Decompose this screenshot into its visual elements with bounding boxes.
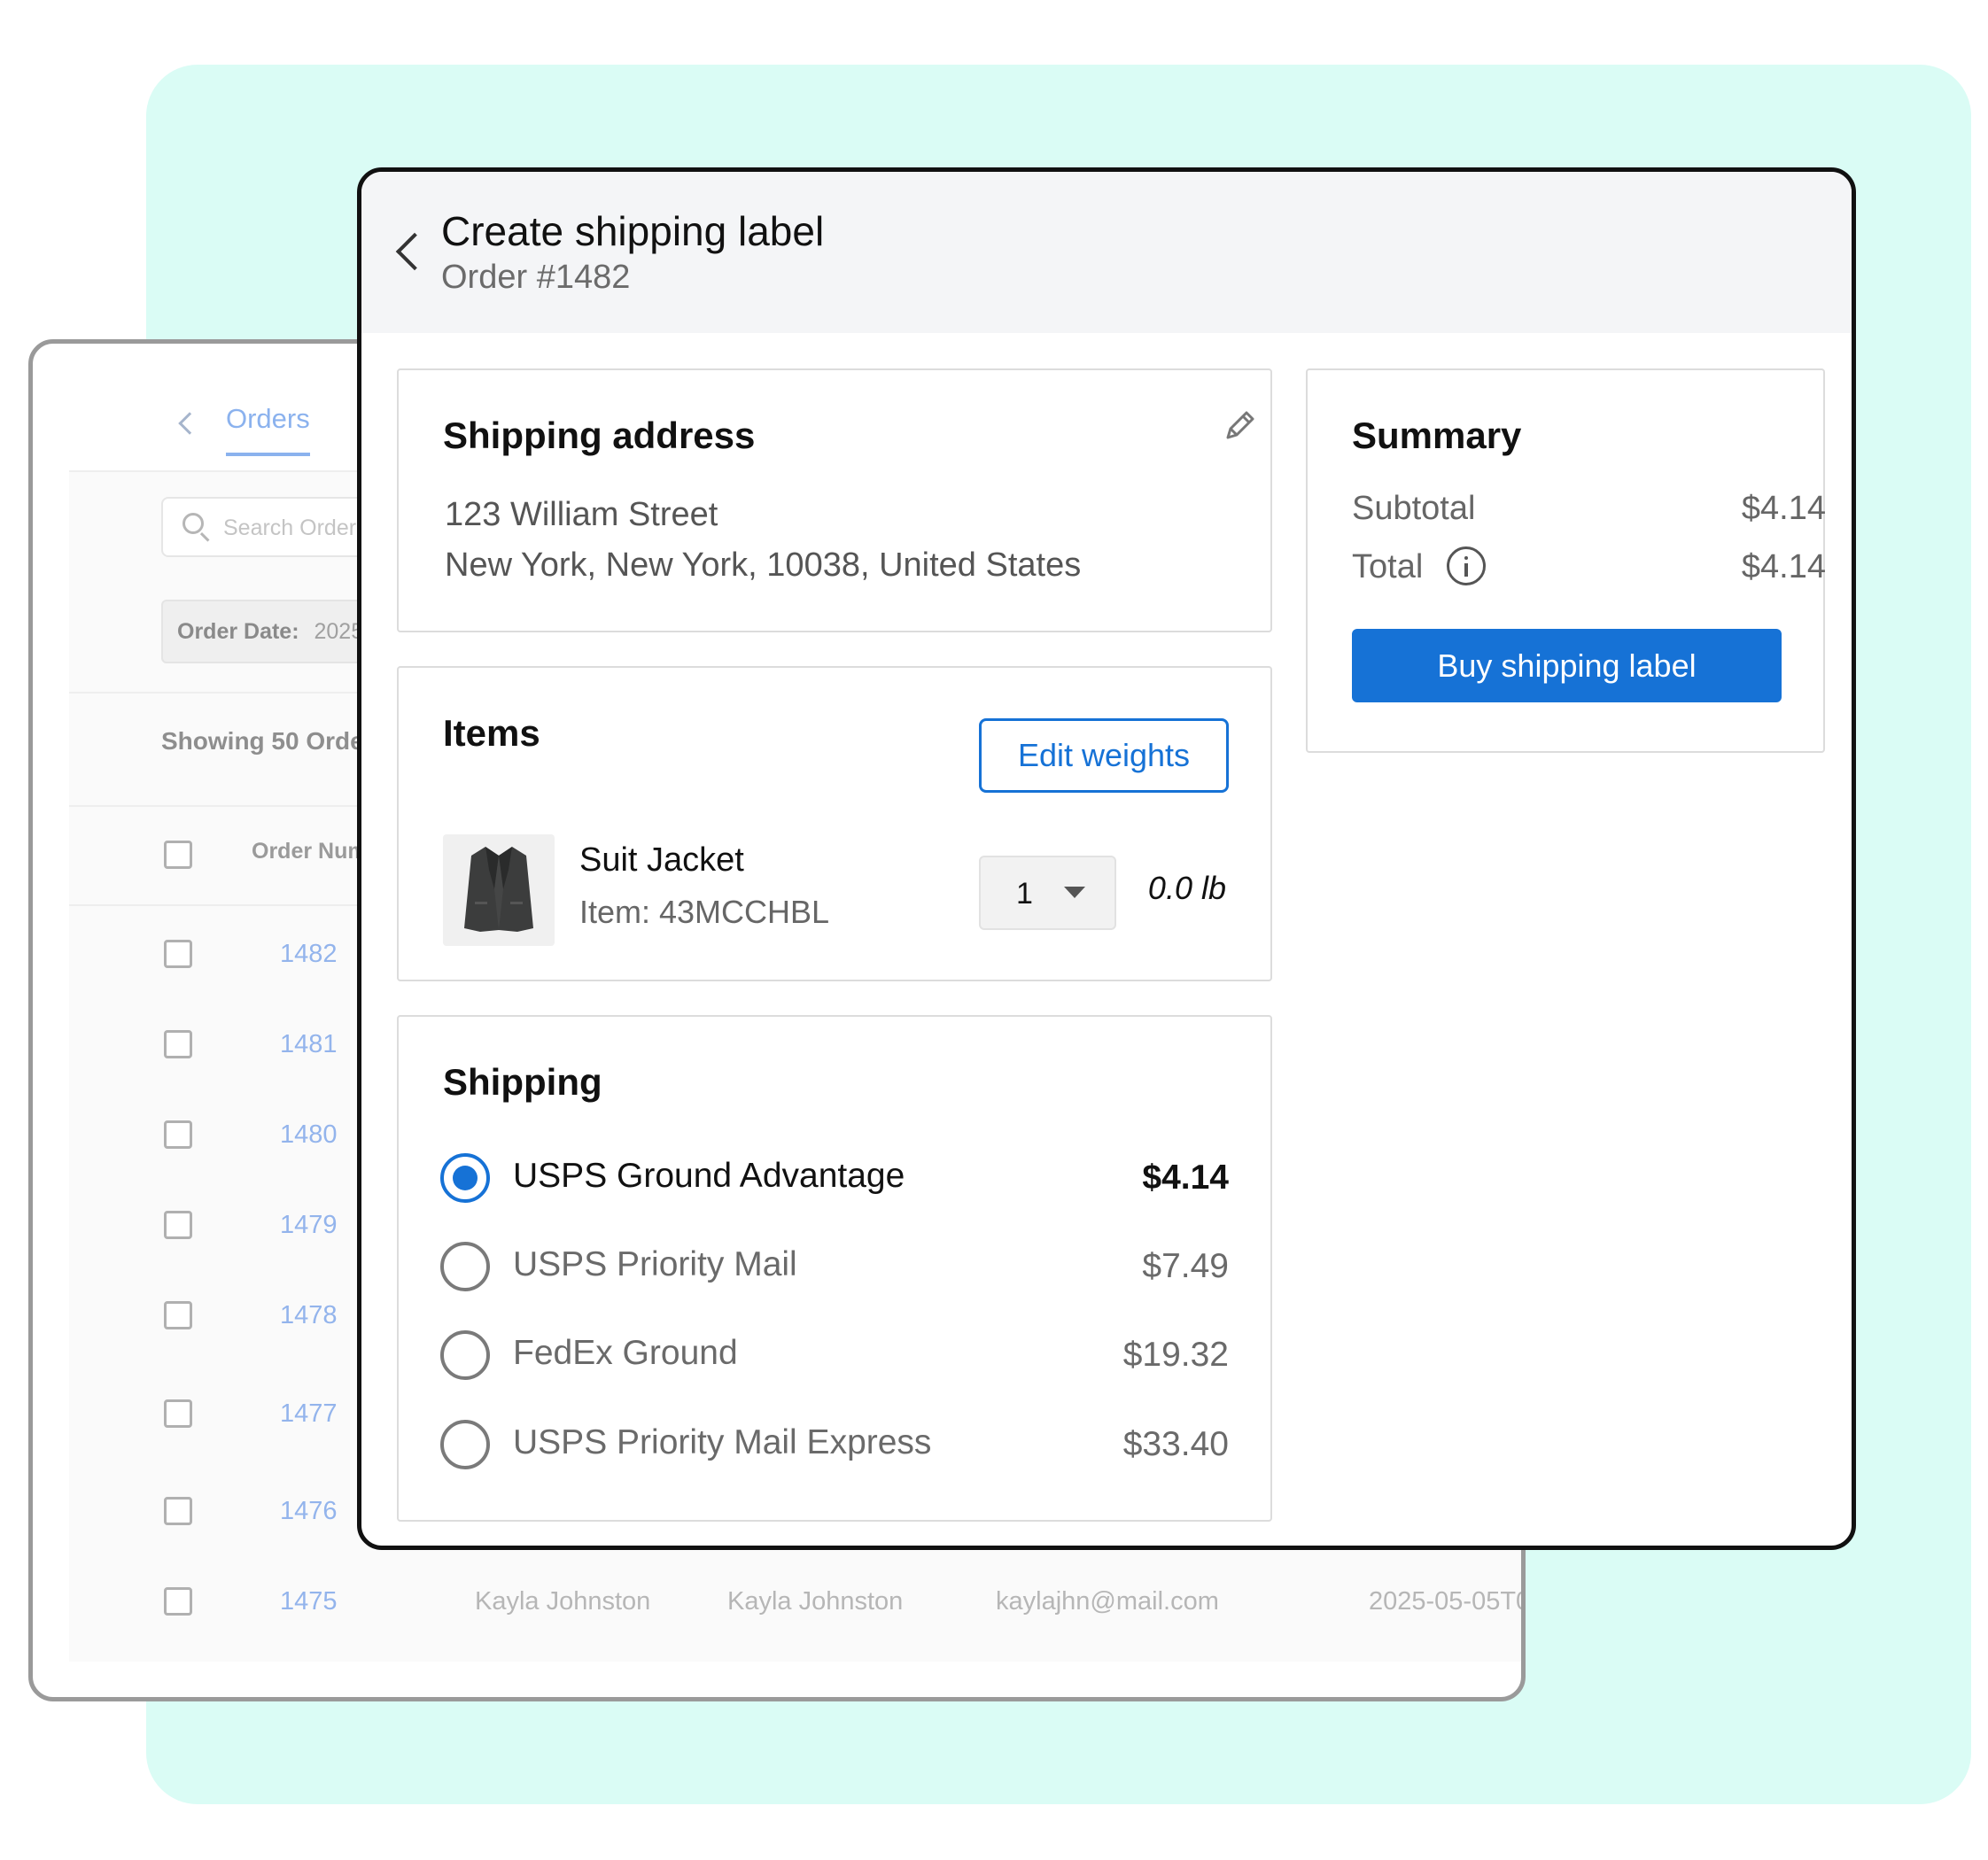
quantity-value: 1 [1016, 877, 1033, 911]
chevron-left-icon[interactable] [395, 232, 434, 271]
shipping-option[interactable]: USPS Ground Advantage $4.14 [440, 1151, 1229, 1205]
shipping-option-price: $33.40 [1122, 1425, 1229, 1463]
select-all-checkbox[interactable] [164, 841, 192, 869]
order-number-link[interactable]: 1478 [280, 1301, 338, 1330]
product-thumbnail [443, 834, 555, 946]
customer-name: Kayla Johnston [475, 1587, 651, 1616]
address-line-2: New York, New York, 10038, United States [445, 546, 1082, 584]
shipping-option[interactable]: USPS Priority Mail $7.49 [440, 1240, 1229, 1293]
shipping-option-name: USPS Ground Advantage [513, 1157, 905, 1195]
date-filter-label: Order Date: [177, 619, 299, 644]
quantity-select[interactable]: 1 [979, 856, 1116, 930]
edit-weights-button[interactable]: Edit weights [979, 718, 1229, 793]
row-checkbox[interactable] [164, 1399, 192, 1428]
shipping-address-card: Shipping address 123 William Street New … [397, 368, 1272, 632]
stage: Orders Search Order Number Order Date: 2… [0, 0, 1988, 1860]
customer-email: kaylajhn@mail.com [996, 1587, 1219, 1616]
create-shipping-label-dialog: Create shipping label Order #1482 Shippi… [357, 167, 1856, 1550]
radio-unselected[interactable] [440, 1242, 490, 1291]
dialog-subtitle: Order #1482 [441, 259, 631, 296]
order-number-link[interactable]: 1481 [280, 1030, 338, 1059]
radio-dot [453, 1166, 478, 1190]
dialog-header: Create shipping label Order #1482 [361, 172, 1852, 333]
shipping-option[interactable]: USPS Priority Mail Express $33.40 [440, 1418, 1229, 1471]
summary-card: Summary Subtotal $4.14 Total $4.14 Buy s… [1306, 368, 1826, 753]
shipping-address-heading: Shipping address [443, 415, 756, 456]
items-heading: Items [443, 712, 540, 754]
row-checkbox[interactable] [164, 940, 192, 968]
shipping-option[interactable]: FedEx Ground $19.32 [440, 1329, 1229, 1382]
items-card: Items Edit weights Suit Jacket Item: 43M… [397, 666, 1272, 981]
row-checkbox[interactable] [164, 1030, 192, 1058]
shipping-heading: Shipping [443, 1061, 602, 1103]
shipping-option-price: $7.49 [1142, 1247, 1229, 1285]
pencil-icon[interactable] [1223, 407, 1258, 443]
shipping-option-name: FedEx Ground [513, 1334, 738, 1372]
shipping-option-price: $19.32 [1122, 1336, 1229, 1374]
subtotal-row: Subtotal $4.14 [1352, 490, 1826, 534]
subtotal-value: $4.14 [1741, 490, 1826, 527]
showing-count: Showing 50 Orders [161, 727, 388, 755]
info-icon[interactable] [1447, 546, 1486, 585]
row-checkbox[interactable] [164, 1211, 192, 1239]
dialog-title: Create shipping label [441, 208, 825, 254]
back-chevron-icon[interactable] [178, 412, 201, 435]
radio-selected[interactable] [440, 1153, 490, 1203]
order-number-link[interactable]: 1475 [280, 1587, 338, 1616]
summary-heading: Summary [1352, 415, 1522, 456]
address-line-1: 123 William Street [445, 496, 718, 533]
shipping-option-price: $4.14 [1142, 1159, 1229, 1197]
order-date: 2025-05-05T06 [1369, 1587, 1521, 1616]
item-name: Suit Jacket [579, 841, 744, 879]
row-checkbox[interactable] [164, 1301, 192, 1329]
order-number-link[interactable]: 1476 [280, 1497, 338, 1526]
order-number-link[interactable]: 1479 [280, 1211, 338, 1240]
row-checkbox[interactable] [164, 1120, 192, 1149]
recipient-name: Kayla Johnston [727, 1587, 904, 1616]
tab-orders[interactable]: Orders [226, 403, 310, 456]
item-weight: 0.0 lb [1147, 870, 1226, 906]
radio-unselected[interactable] [440, 1330, 490, 1380]
total-label: Total [1352, 548, 1424, 585]
caret-down-icon [1064, 887, 1085, 898]
row-checkbox[interactable] [164, 1587, 192, 1616]
shipping-option-name: USPS Priority Mail Express [513, 1423, 932, 1461]
total-value: $4.14 [1741, 548, 1826, 585]
shipping-card: Shipping USPS Ground Advantage $4.14 USP… [397, 1015, 1272, 1522]
buy-shipping-label-button[interactable]: Buy shipping label [1352, 629, 1782, 702]
order-number-link[interactable]: 1482 [280, 940, 338, 969]
order-number-link[interactable]: 1480 [280, 1120, 338, 1150]
order-number-link[interactable]: 1477 [280, 1399, 338, 1429]
search-icon [182, 513, 204, 534]
radio-unselected[interactable] [440, 1420, 490, 1469]
suit-jacket-image [464, 847, 533, 932]
total-row: Total $4.14 [1352, 546, 1826, 593]
shipping-option-name: USPS Priority Mail [513, 1245, 797, 1283]
row-checkbox[interactable] [164, 1497, 192, 1525]
subtotal-label: Subtotal [1352, 490, 1476, 527]
item-sku: Item: 43MCCHBL [579, 894, 830, 930]
